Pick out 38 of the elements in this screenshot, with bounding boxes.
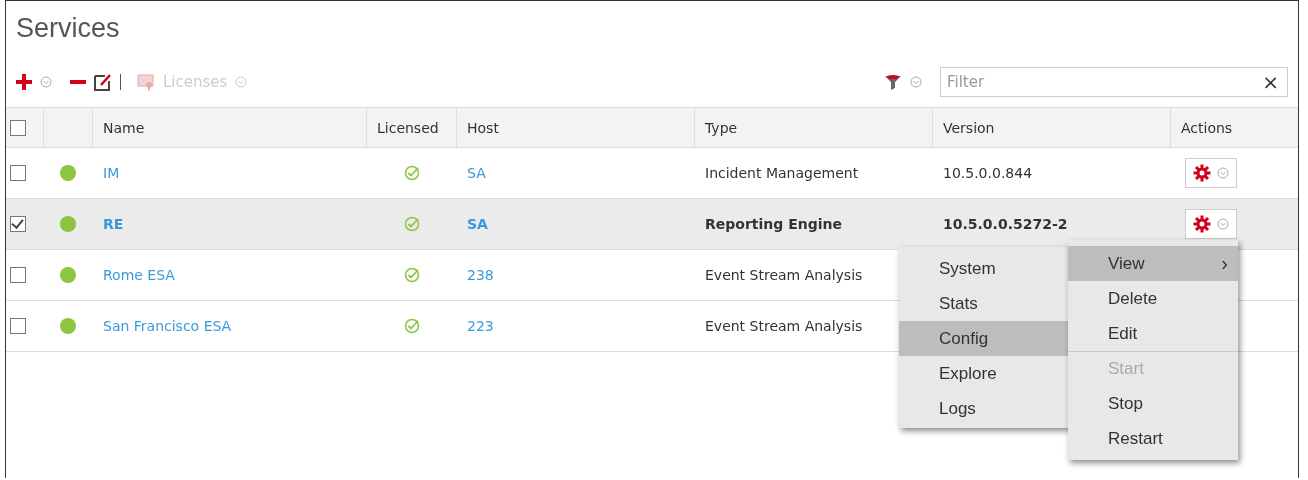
dropdown-icon bbox=[1217, 167, 1229, 179]
clear-button[interactable]: × bbox=[1254, 70, 1287, 94]
filter-field[interactable]: Filter × bbox=[940, 67, 1288, 97]
menu-item[interactable]: Edit bbox=[1068, 316, 1238, 351]
dropdown-icon bbox=[1217, 218, 1229, 230]
actions-button[interactable] bbox=[1185, 209, 1237, 239]
menu-item[interactable]: View › bbox=[1068, 246, 1238, 281]
edit-icon[interactable] bbox=[94, 73, 112, 91]
checkbox[interactable] bbox=[10, 165, 26, 181]
plus-icon[interactable] bbox=[16, 74, 32, 90]
table-cell: 10.5.0.0.844 bbox=[943, 165, 1033, 181]
column-header: Host bbox=[467, 119, 499, 136]
gear-icon bbox=[1193, 215, 1211, 233]
funnel-icon[interactable] bbox=[884, 73, 902, 91]
table-cell: Event Stream Analysis bbox=[705, 318, 863, 334]
menu-item[interactable]: Config bbox=[899, 321, 1069, 356]
checkbox[interactable] bbox=[10, 318, 26, 334]
gear-icon bbox=[1193, 164, 1211, 182]
menu-item[interactable]: System bbox=[899, 251, 1069, 286]
page-title: Services bbox=[15, 12, 121, 45]
column-header: Licensed bbox=[377, 119, 439, 136]
table-row[interactable]: RE SA Reporting Engine 10.5.0.0.5272-2 bbox=[6, 199, 1298, 250]
menu-item[interactable]: Restart bbox=[1068, 421, 1238, 456]
column-header: Name bbox=[103, 119, 145, 136]
menu-item[interactable]: Logs bbox=[899, 391, 1069, 426]
checkbox[interactable] bbox=[10, 119, 26, 136]
actions-button[interactable] bbox=[1185, 158, 1237, 188]
table-cell: 10.5.0.0.5272-2 bbox=[943, 216, 1068, 232]
table-cell: Reporting Engine bbox=[705, 216, 842, 232]
column-header: Version bbox=[943, 119, 995, 136]
menu-item[interactable]: Explore bbox=[899, 356, 1069, 391]
column-header: Type bbox=[705, 119, 738, 136]
column-header: Actions bbox=[1181, 119, 1233, 136]
table-cell: Event Stream Analysis bbox=[705, 267, 863, 283]
menu-item[interactable]: Stop bbox=[1068, 386, 1238, 421]
checkbox[interactable] bbox=[10, 216, 26, 232]
table-cell: Incident Management bbox=[705, 165, 859, 181]
checkbox[interactable] bbox=[10, 267, 26, 283]
